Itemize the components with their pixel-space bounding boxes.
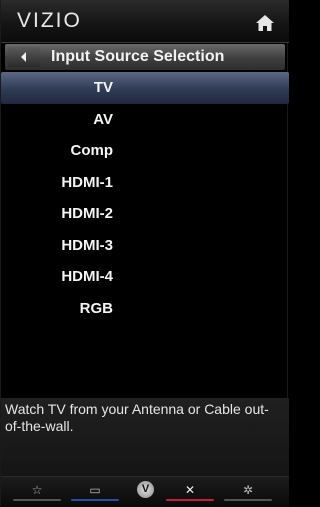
menu-item-label: RGB xyxy=(79,299,113,317)
back-arrow-icon xyxy=(21,52,26,62)
menu-item-hdmi-2[interactable]: HDMI-2 xyxy=(1,198,289,230)
input-icon: ▭ xyxy=(89,483,101,497)
menu-item-rgb[interactable]: RGB xyxy=(1,293,289,325)
menu-item-comp[interactable]: Comp xyxy=(1,135,289,167)
settings-button[interactable]: ✲ xyxy=(224,481,272,501)
bottom-bar: ☆ ▭ V ✕ ✲ xyxy=(1,476,289,507)
menu-item-label: HDMI-1 xyxy=(61,173,113,191)
close-icon: ✕ xyxy=(184,483,196,497)
menu-item-label: HDMI-4 xyxy=(61,268,113,285)
home-icon[interactable] xyxy=(255,14,275,32)
menu-item-label: HDMI-2 xyxy=(61,205,113,222)
top-bar: VIZIO xyxy=(1,0,289,43)
tv-screen: VIZIO Input Source Selection TV AV Comp … xyxy=(0,0,289,507)
vizio-logo: VIZIO xyxy=(17,9,82,32)
star-icon: ☆ xyxy=(31,483,43,497)
input-button[interactable]: ▭ xyxy=(71,481,119,501)
exit-button[interactable]: ✕ xyxy=(166,481,214,501)
menu-item-hdmi-1[interactable]: HDMI-1 xyxy=(1,167,289,199)
favorites-button[interactable]: ☆ xyxy=(13,481,61,501)
input-source-list: TV AV Comp HDMI-1 HDMI-2 HDMI-3 HDMI-4 R… xyxy=(1,72,289,324)
menu-item-label: TV xyxy=(93,79,113,96)
settings-indicator xyxy=(224,499,272,501)
description-panel: Watch TV from your Antenna or Cable out-… xyxy=(1,398,289,476)
favorites-indicator xyxy=(13,499,61,501)
title-bar: Input Source Selection xyxy=(5,44,285,70)
page-title: Input Source Selection xyxy=(51,48,225,65)
menu-item-label: Comp xyxy=(70,142,114,159)
v-icon: V xyxy=(137,481,154,498)
back-button[interactable] xyxy=(8,47,40,67)
menu-item-label: HDMI-3 xyxy=(61,236,113,254)
gear-icon: ✲ xyxy=(242,483,254,497)
menu-item-hdmi-4[interactable]: HDMI-4 xyxy=(1,261,289,293)
menu-item-hdmi-3[interactable]: HDMI-3 xyxy=(1,230,289,262)
menu-item-tv[interactable]: TV xyxy=(1,72,289,104)
menu-item-av[interactable]: AV xyxy=(1,104,289,136)
exit-indicator xyxy=(166,499,214,501)
vizio-apps-button[interactable]: V xyxy=(121,481,169,501)
menu-item-label: AV xyxy=(93,110,113,128)
input-indicator xyxy=(71,499,119,501)
